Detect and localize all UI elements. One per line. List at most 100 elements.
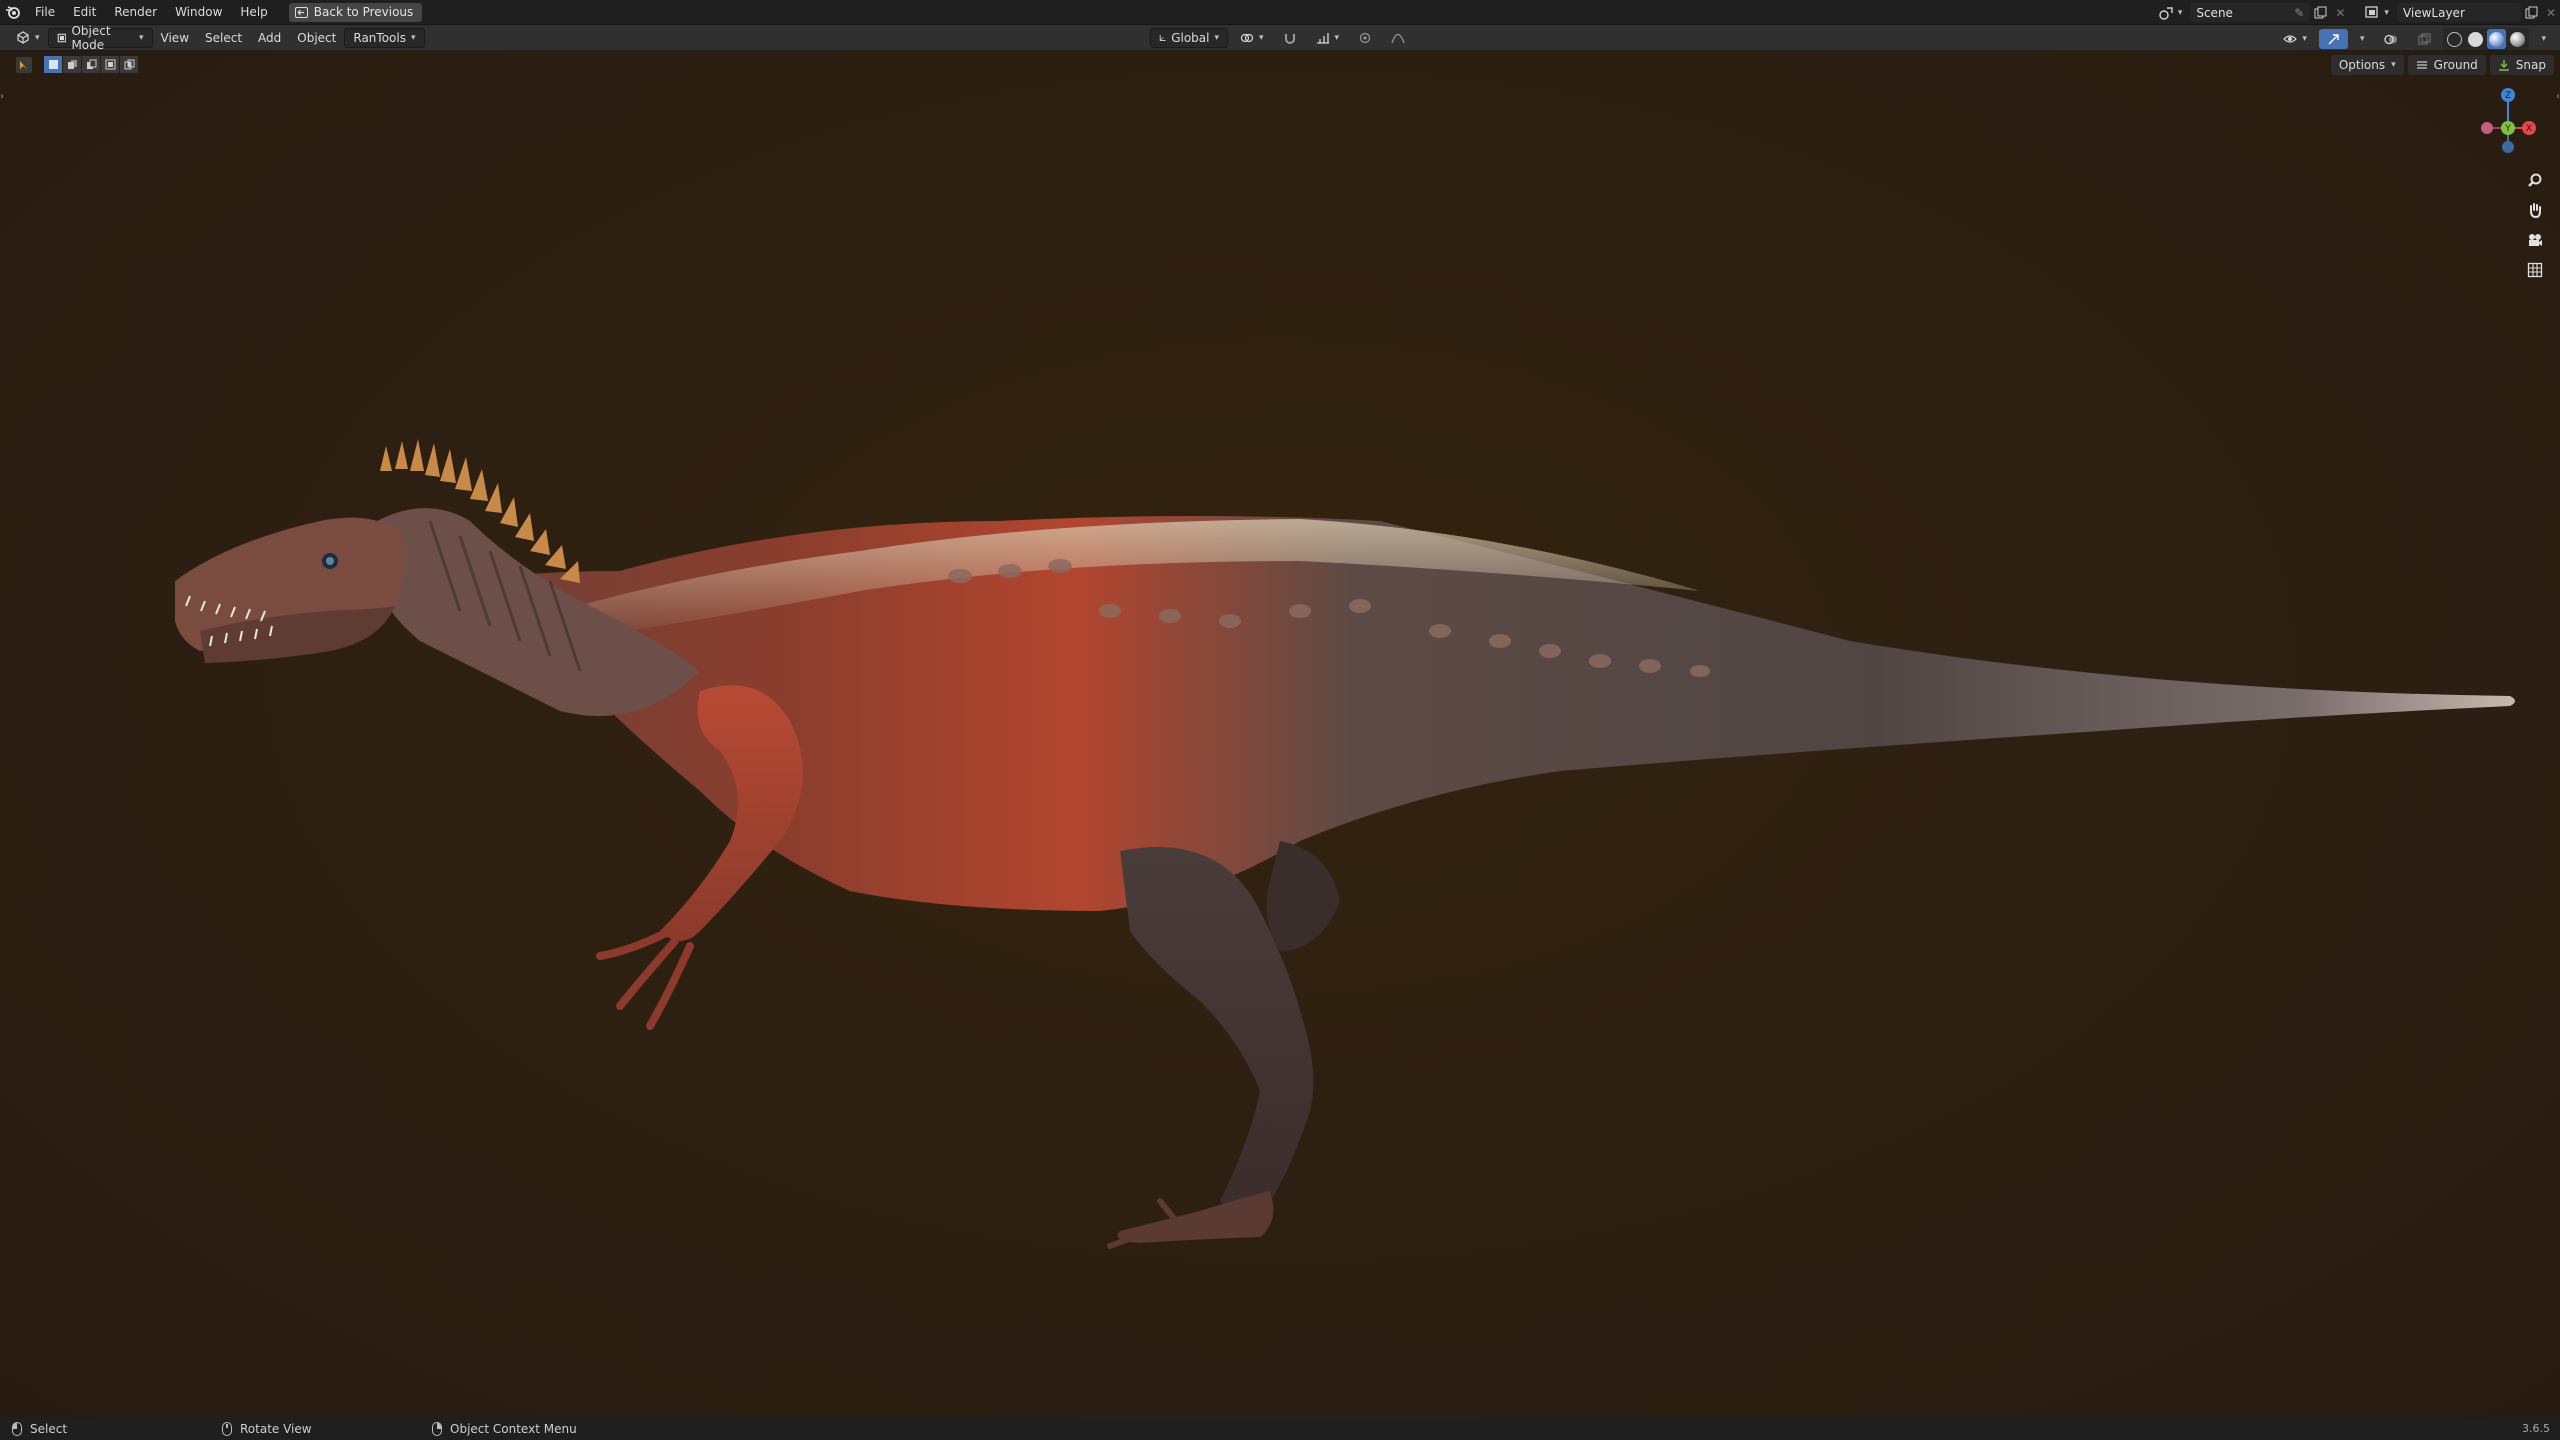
- xray-toggle[interactable]: [2410, 29, 2439, 49]
- menu-render[interactable]: Render: [105, 0, 166, 25]
- zoom-button[interactable]: [2520, 169, 2550, 191]
- chevron-down-icon: ▾: [2541, 34, 2546, 44]
- shading-solid-button[interactable]: [2466, 29, 2485, 49]
- top-bar: File Edit Render Window Help Back to Pre…: [0, 0, 2560, 25]
- snap-button[interactable]: Snap: [2489, 55, 2554, 75]
- menu-rantools[interactable]: RanTools ▾: [344, 27, 425, 48]
- view-layer-name-field[interactable]: ViewLayer: [2396, 3, 2521, 22]
- snap-toggle[interactable]: [1276, 28, 1304, 48]
- delete-scene-button[interactable]: ✕: [2331, 3, 2349, 23]
- options-label: Options: [2338, 58, 2386, 72]
- view-layer-name: ViewLayer: [2402, 5, 2465, 20]
- pan-button[interactable]: [2520, 199, 2550, 221]
- right-mouse-icon: [432, 1422, 442, 1436]
- chevron-down-icon: ▾: [2359, 34, 2365, 44]
- selection-mode-group: [44, 56, 138, 73]
- options-dropdown[interactable]: Options ▾: [2330, 55, 2404, 75]
- scene-name-field[interactable]: Scene ✎: [2190, 3, 2311, 22]
- select-subtract-button[interactable]: [82, 56, 100, 73]
- mode-label: Object Mode: [71, 23, 111, 52]
- solid-sphere-icon: [2468, 31, 2484, 47]
- dinosaur-model[interactable]: [0, 51, 2560, 1418]
- mode-selector[interactable]: Object Mode ▾: [47, 24, 153, 52]
- ground-button[interactable]: Ground: [2407, 55, 2486, 75]
- editor-type-selector[interactable]: ▾: [8, 28, 48, 48]
- gizmo-options[interactable]: ▾: [2352, 29, 2373, 49]
- menu-select[interactable]: Select: [197, 28, 250, 48]
- new-scene-button[interactable]: [2310, 3, 2331, 23]
- status-bar: Select Rotate View Object Context Menu 3…: [0, 1418, 2560, 1440]
- shading-rendered-button[interactable]: [2508, 29, 2527, 49]
- pin-icon[interactable]: ✎: [2294, 6, 2304, 20]
- view-layer-selector[interactable]: ▾: [2357, 3, 2397, 23]
- snap-target-selector[interactable]: ▾: [1308, 28, 1348, 48]
- select-invert-button[interactable]: [101, 56, 119, 73]
- shading-options[interactable]: ▾: [2533, 29, 2554, 49]
- menu-edit[interactable]: Edit: [64, 0, 105, 25]
- status-context-label: Object Context Menu: [450, 1422, 577, 1436]
- chevron-down-icon: ▾: [2177, 7, 2183, 18]
- menu-object[interactable]: Object: [289, 28, 344, 48]
- viewport-header: ▾ Object Mode ▾ View Select Add Object R…: [0, 24, 2560, 52]
- gizmo-toggle[interactable]: [2318, 29, 2348, 49]
- rendered-sphere-icon: [2510, 31, 2526, 47]
- transform-orientation-label: Global: [1171, 31, 1210, 45]
- sidebar-expand-icon[interactable]: ‹: [2556, 91, 2560, 102]
- perspective-toggle-button[interactable]: [2520, 259, 2550, 281]
- scene-selector[interactable]: ▾: [2151, 3, 2191, 23]
- chevron-down-icon: ▾: [2391, 60, 2396, 70]
- chevron-down-icon: ▾: [35, 32, 40, 43]
- z-axis-label: Z: [2505, 91, 2511, 101]
- falloff-selector[interactable]: [1383, 28, 1413, 48]
- snap-label: Snap: [2515, 58, 2546, 72]
- toolbar-expand-icon[interactable]: ›: [0, 91, 4, 102]
- proportional-editing-toggle[interactable]: [1351, 28, 1379, 48]
- close-icon: ✕: [2335, 5, 2346, 20]
- version-label: 3.6.5: [2522, 1422, 2550, 1435]
- global-axes-icon: [1159, 35, 1166, 41]
- blender-logo-icon[interactable]: [0, 0, 26, 25]
- select-extend-button[interactable]: [63, 56, 81, 73]
- menu-window[interactable]: Window: [166, 0, 231, 25]
- camera-view-button[interactable]: [2520, 229, 2550, 251]
- menu-file[interactable]: File: [26, 0, 64, 25]
- pivot-point-selector[interactable]: ▾: [1232, 28, 1272, 48]
- overlays-icon: [2384, 34, 2398, 44]
- xray-icon: [2418, 33, 2431, 44]
- chevron-down-icon: ▾: [1334, 33, 1340, 43]
- grid-icon: [2527, 262, 2543, 278]
- chevron-down-icon: ▾: [1214, 33, 1219, 43]
- select-intersect-icon: [124, 59, 134, 70]
- shading-material-button[interactable]: [2487, 29, 2507, 49]
- duplicate-icon: [2525, 6, 2538, 19]
- chevron-down-icon: ▾: [139, 32, 144, 43]
- transform-orientation-selector[interactable]: Global ▾: [1150, 28, 1228, 48]
- select-invert-icon: [105, 59, 115, 70]
- menu-help[interactable]: Help: [231, 0, 276, 25]
- delete-view-layer-button[interactable]: ✕: [2542, 3, 2560, 23]
- neg-z-axis-handle[interactable]: [2502, 141, 2514, 153]
- 3d-viewport-icon: [17, 31, 29, 44]
- shading-wireframe-button[interactable]: [2445, 29, 2464, 49]
- navigation-gizmo[interactable]: Z X Y: [2460, 86, 2540, 166]
- select-subtract-icon: [86, 59, 96, 69]
- viewport-tool-row: › Options ▾ Ground Snap ‹: [0, 51, 2560, 102]
- view-layer-icon: [2365, 6, 2379, 18]
- rantools-label: RanTools: [353, 30, 406, 45]
- menu-view[interactable]: View: [153, 28, 197, 48]
- overlays-toggle[interactable]: [2376, 29, 2406, 49]
- select-box-icon: [20, 61, 27, 69]
- menu-add[interactable]: Add: [250, 28, 289, 48]
- neg-x-axis-handle[interactable]: [2481, 122, 2493, 134]
- select-intersect-button[interactable]: [120, 56, 138, 73]
- visibility-selector[interactable]: ▾: [2275, 29, 2315, 49]
- chevron-down-icon: ▾: [2384, 7, 2389, 18]
- back-to-previous-button[interactable]: Back to Previous: [288, 2, 423, 22]
- select-new-button[interactable]: [44, 56, 62, 73]
- new-view-layer-button[interactable]: [2521, 3, 2542, 23]
- active-tool-button[interactable]: [16, 57, 32, 73]
- status-select: Select: [12, 1422, 67, 1436]
- ground-lines-icon: [2416, 61, 2427, 69]
- chevron-down-icon: ▾: [410, 32, 416, 43]
- 3d-viewport[interactable]: › Options ▾ Ground Snap ‹ Z X Y: [0, 51, 2560, 1418]
